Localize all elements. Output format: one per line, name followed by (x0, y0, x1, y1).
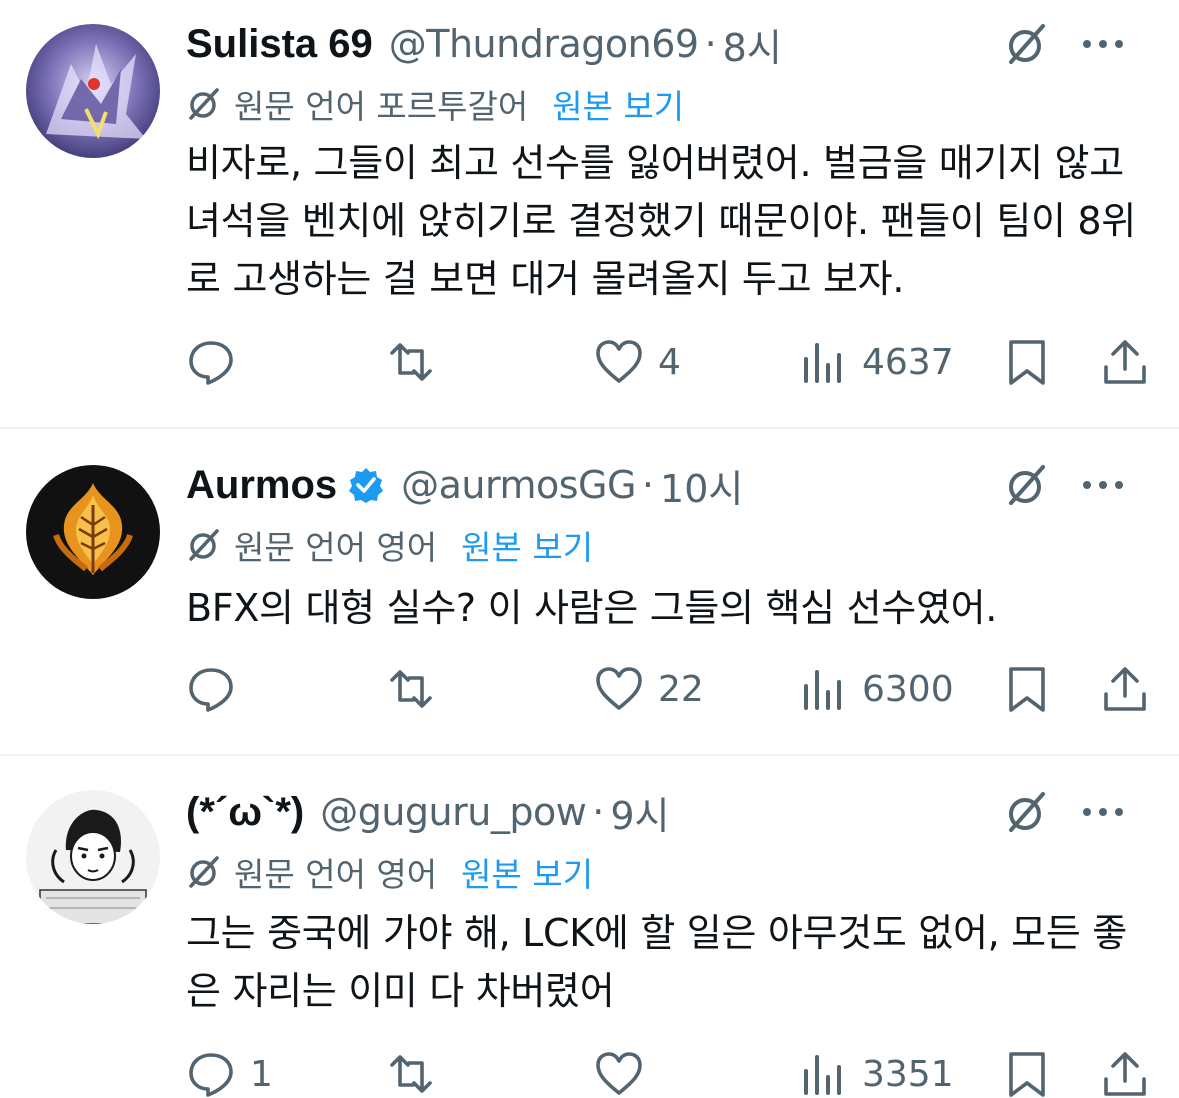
show-original-link[interactable]: 원본 보기 (552, 80, 684, 128)
display-name[interactable]: (*´ω`*) (186, 790, 304, 835)
grok-icon[interactable] (1003, 20, 1051, 68)
user-handle[interactable]: @aurmosGG (401, 463, 636, 507)
retweet-icon (390, 343, 432, 381)
action-bar: 22 6300 (186, 663, 1151, 715)
share-button[interactable] (1100, 663, 1150, 715)
view-count: 6300 (862, 668, 954, 710)
grok-icon[interactable] (1003, 788, 1051, 836)
like-count: 22 (658, 668, 704, 710)
tweet-header: Sulista 69 @Thundragon69 · 8시 (186, 20, 1139, 70)
view-count: 3351 (862, 1053, 954, 1095)
reply-button[interactable]: 1 (186, 1048, 273, 1098)
original-language: 원문 언어 영어 (234, 855, 438, 894)
views-button[interactable]: 3351 (798, 1048, 954, 1098)
like-button[interactable]: 22 (594, 663, 704, 715)
display-name[interactable]: Sulista 69 (186, 22, 373, 67)
user-handle[interactable]: @guguru_pow (320, 790, 587, 834)
action-bar: 4 4637 (186, 336, 1151, 388)
retweet-icon (390, 1055, 432, 1093)
tweet-header: Aurmos @aurmosGG · 10시 (186, 461, 1139, 511)
like-count: 4 (658, 341, 681, 383)
bookmark-icon (1009, 667, 1045, 712)
user-handle[interactable]: @Thundragon69 (389, 22, 699, 66)
avatar[interactable] (26, 465, 160, 599)
retweet-button[interactable] (386, 336, 450, 388)
retweet-button[interactable] (386, 663, 450, 715)
views-icon (804, 670, 841, 710)
avatar-image-dragon (26, 24, 160, 158)
show-original-link[interactable]: 원본 보기 (461, 521, 593, 569)
bookmark-button[interactable] (1002, 1048, 1052, 1098)
tweet-text: 비자로, 그들이 최고 선수를 잃어버렸어. 벌금을 매기지 않고 녀석을 벤치… (186, 141, 1136, 301)
like-icon (596, 667, 642, 710)
reply-count: 1 (250, 1053, 273, 1095)
bookmark-icon (1009, 340, 1045, 385)
reply-button[interactable] (186, 663, 250, 715)
translation-note: 원문 언어 포르투갈어 원본 보기 (186, 82, 684, 126)
separator-dot: · (641, 463, 655, 507)
bookmark-button[interactable] (1002, 336, 1052, 388)
bookmark-button[interactable] (1002, 663, 1052, 715)
timestamp[interactable]: 10시 (660, 458, 743, 513)
views-icon (804, 1055, 841, 1095)
separator-dot: · (704, 22, 717, 66)
views-icon (804, 343, 841, 383)
share-button[interactable] (1100, 1048, 1150, 1098)
share-icon (1104, 667, 1146, 711)
share-icon (1104, 340, 1146, 384)
reply-icon (189, 668, 233, 712)
tweet-text: 그는 중국에 가야 해, LCK에 할 일은 아무것도 없어, 모든 좋은 자리… (186, 911, 1127, 1013)
more-icon[interactable] (1081, 38, 1125, 50)
translation-note: 원문 언어 영어 원본 보기 (186, 850, 593, 894)
translate-icon (189, 856, 219, 888)
tweet-text: BFX의 대형 실수? 이 사람은 그들의 핵심 선수였어. (186, 586, 998, 630)
more-icon[interactable] (1081, 806, 1125, 818)
translate-icon (189, 88, 219, 120)
reply-icon (189, 1053, 233, 1097)
tweet-3[interactable]: (*´ω`*) @guguru_pow · 9시 원문 언어 영어 원본 보기 … (0, 756, 1179, 1098)
tweet-1[interactable]: Sulista 69 @Thundragon69 · 8시 원문 언어 포르투갈… (0, 0, 1179, 428)
grok-icon[interactable] (1003, 461, 1051, 509)
show-original-link[interactable]: 원본 보기 (461, 848, 593, 896)
translation-note: 원문 언어 영어 원본 보기 (186, 523, 593, 567)
reply-icon (189, 341, 233, 385)
retweet-icon (390, 670, 432, 708)
tweet-2[interactable]: Aurmos @aurmosGG · 10시 원문 언어 영어 원본 보기 BF… (0, 429, 1179, 754)
views-button[interactable]: 6300 (798, 663, 954, 715)
translate-icon (189, 529, 219, 561)
avatar-image-flame-leaf (26, 465, 160, 599)
avatar-image-manga-boy (26, 790, 160, 924)
share-icon (1104, 1052, 1146, 1096)
reply-button[interactable] (186, 336, 250, 388)
original-language: 원문 언어 영어 (234, 528, 438, 567)
separator-dot: · (592, 790, 605, 834)
display-name[interactable]: Aurmos (186, 463, 337, 508)
views-button[interactable]: 4637 (798, 336, 954, 388)
avatar[interactable] (26, 790, 160, 924)
original-language: 원문 언어 포르투갈어 (234, 87, 529, 126)
avatar[interactable] (26, 24, 160, 158)
bookmark-icon (1009, 1052, 1045, 1097)
timestamp[interactable]: 8시 (723, 17, 782, 72)
verified-badge-icon[interactable] (347, 466, 385, 504)
tweet-header: (*´ω`*) @guguru_pow · 9시 (186, 788, 1139, 838)
retweet-button[interactable] (386, 1048, 450, 1098)
share-button[interactable] (1100, 336, 1150, 388)
more-icon[interactable] (1081, 479, 1125, 491)
like-icon (596, 340, 642, 383)
like-icon (596, 1052, 642, 1095)
like-button[interactable]: 4 (594, 336, 681, 388)
timestamp[interactable]: 9시 (610, 785, 669, 840)
action-bar: 1 3351 (186, 1048, 1151, 1098)
like-button[interactable] (594, 1048, 658, 1098)
view-count: 4637 (862, 341, 954, 383)
